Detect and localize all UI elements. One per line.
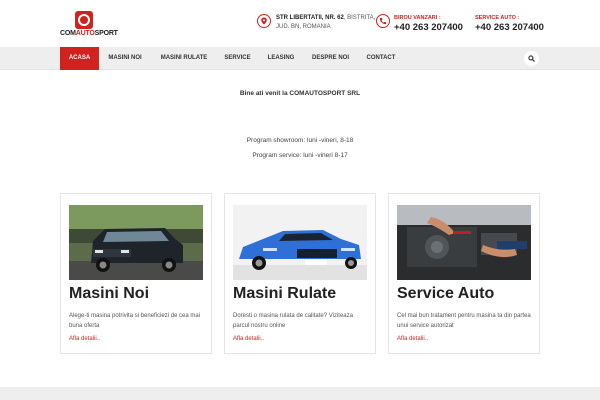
sedan-image[interactable]	[233, 205, 367, 280]
service-hours: Program service: luni -vineri 8-17	[252, 152, 348, 159]
sales-phone[interactable]: +40 263 207400	[394, 22, 463, 33]
suv-image[interactable]	[69, 205, 203, 280]
welcome-text: Bine ati venit la COMAUTOSPORT SRL	[239, 90, 361, 97]
card-description: Doresti o masina rulata de calitate? Viz…	[233, 313, 353, 329]
card-title[interactable]: Masini Noi	[69, 285, 149, 303]
service-phone[interactable]: +40 263 207400	[475, 22, 544, 33]
card-masini-noi: Masini Noi Alege-ti masina potrivita si …	[60, 193, 212, 354]
card-title[interactable]: Service Auto	[397, 285, 494, 303]
phone-icon	[376, 14, 390, 28]
card-masini-rulate: Masini Rulate Doresti o masina rulata de…	[224, 193, 376, 354]
address-city: , BISTRITA,	[343, 15, 376, 21]
sales-label: BIROU VANZARI :	[394, 15, 441, 21]
service-contact: SERVICE AUTO : +40 263 207400	[475, 14, 544, 33]
address-region: JUD. BN, ROMANIA	[276, 24, 331, 30]
showroom-hours: Program showroom: luni -vineri, 8-18	[246, 137, 354, 144]
nav-item-masini-noi[interactable]: MASINI NOI	[104, 47, 146, 70]
footer-strip	[0, 387, 600, 400]
address-block: STR LIBERTATII, NR. 62, BISTRITA, JUD. B…	[257, 14, 375, 32]
nav-item-acasa[interactable]: ACASA	[60, 47, 99, 70]
card-service-auto: Service Auto Cel mai bun tratament pentr…	[388, 193, 540, 354]
engine-repair-image[interactable]	[397, 205, 531, 280]
nav-item-leasing[interactable]: LEASING	[264, 47, 298, 70]
nav-item-contact[interactable]: CONTACT	[363, 47, 399, 70]
card-description: Cel mai bun tratament pentru masina ta d…	[397, 313, 531, 329]
logo-mark-icon	[75, 11, 93, 29]
main-nav: ACASA MASINI NOI MASINI RULATE SERVICE L…	[0, 47, 600, 70]
service-label: SERVICE AUTO :	[475, 15, 520, 21]
nav-item-service[interactable]: SERVICE	[221, 47, 254, 70]
card-description: Alege-ti masina potrivita si beneficiezi…	[69, 313, 201, 329]
card-title[interactable]: Masini Rulate	[233, 285, 336, 303]
site-logo[interactable]: COMAUTOSPORT	[60, 11, 118, 39]
card-link[interactable]: Afla detalii..	[69, 336, 100, 342]
card-link[interactable]: Afla detalii..	[233, 336, 264, 342]
top-header: COMAUTOSPORT STR LIBERTATII, NR. 62, BIS…	[0, 0, 600, 47]
sales-contact: BIROU VANZARI : +40 263 207400	[376, 14, 463, 33]
card-link[interactable]: Afla detalii..	[397, 336, 428, 342]
map-pin-icon	[257, 14, 271, 28]
address-street: STR LIBERTATII, NR. 62	[276, 15, 344, 21]
search-icon	[528, 55, 535, 62]
nav-item-masini-rulate[interactable]: MASINI RULATE	[156, 47, 212, 70]
search-button[interactable]	[524, 51, 539, 66]
logo-text: COMAUTOSPORT	[60, 30, 118, 37]
nav-item-despre-noi[interactable]: DESPRE NOI	[308, 47, 353, 70]
